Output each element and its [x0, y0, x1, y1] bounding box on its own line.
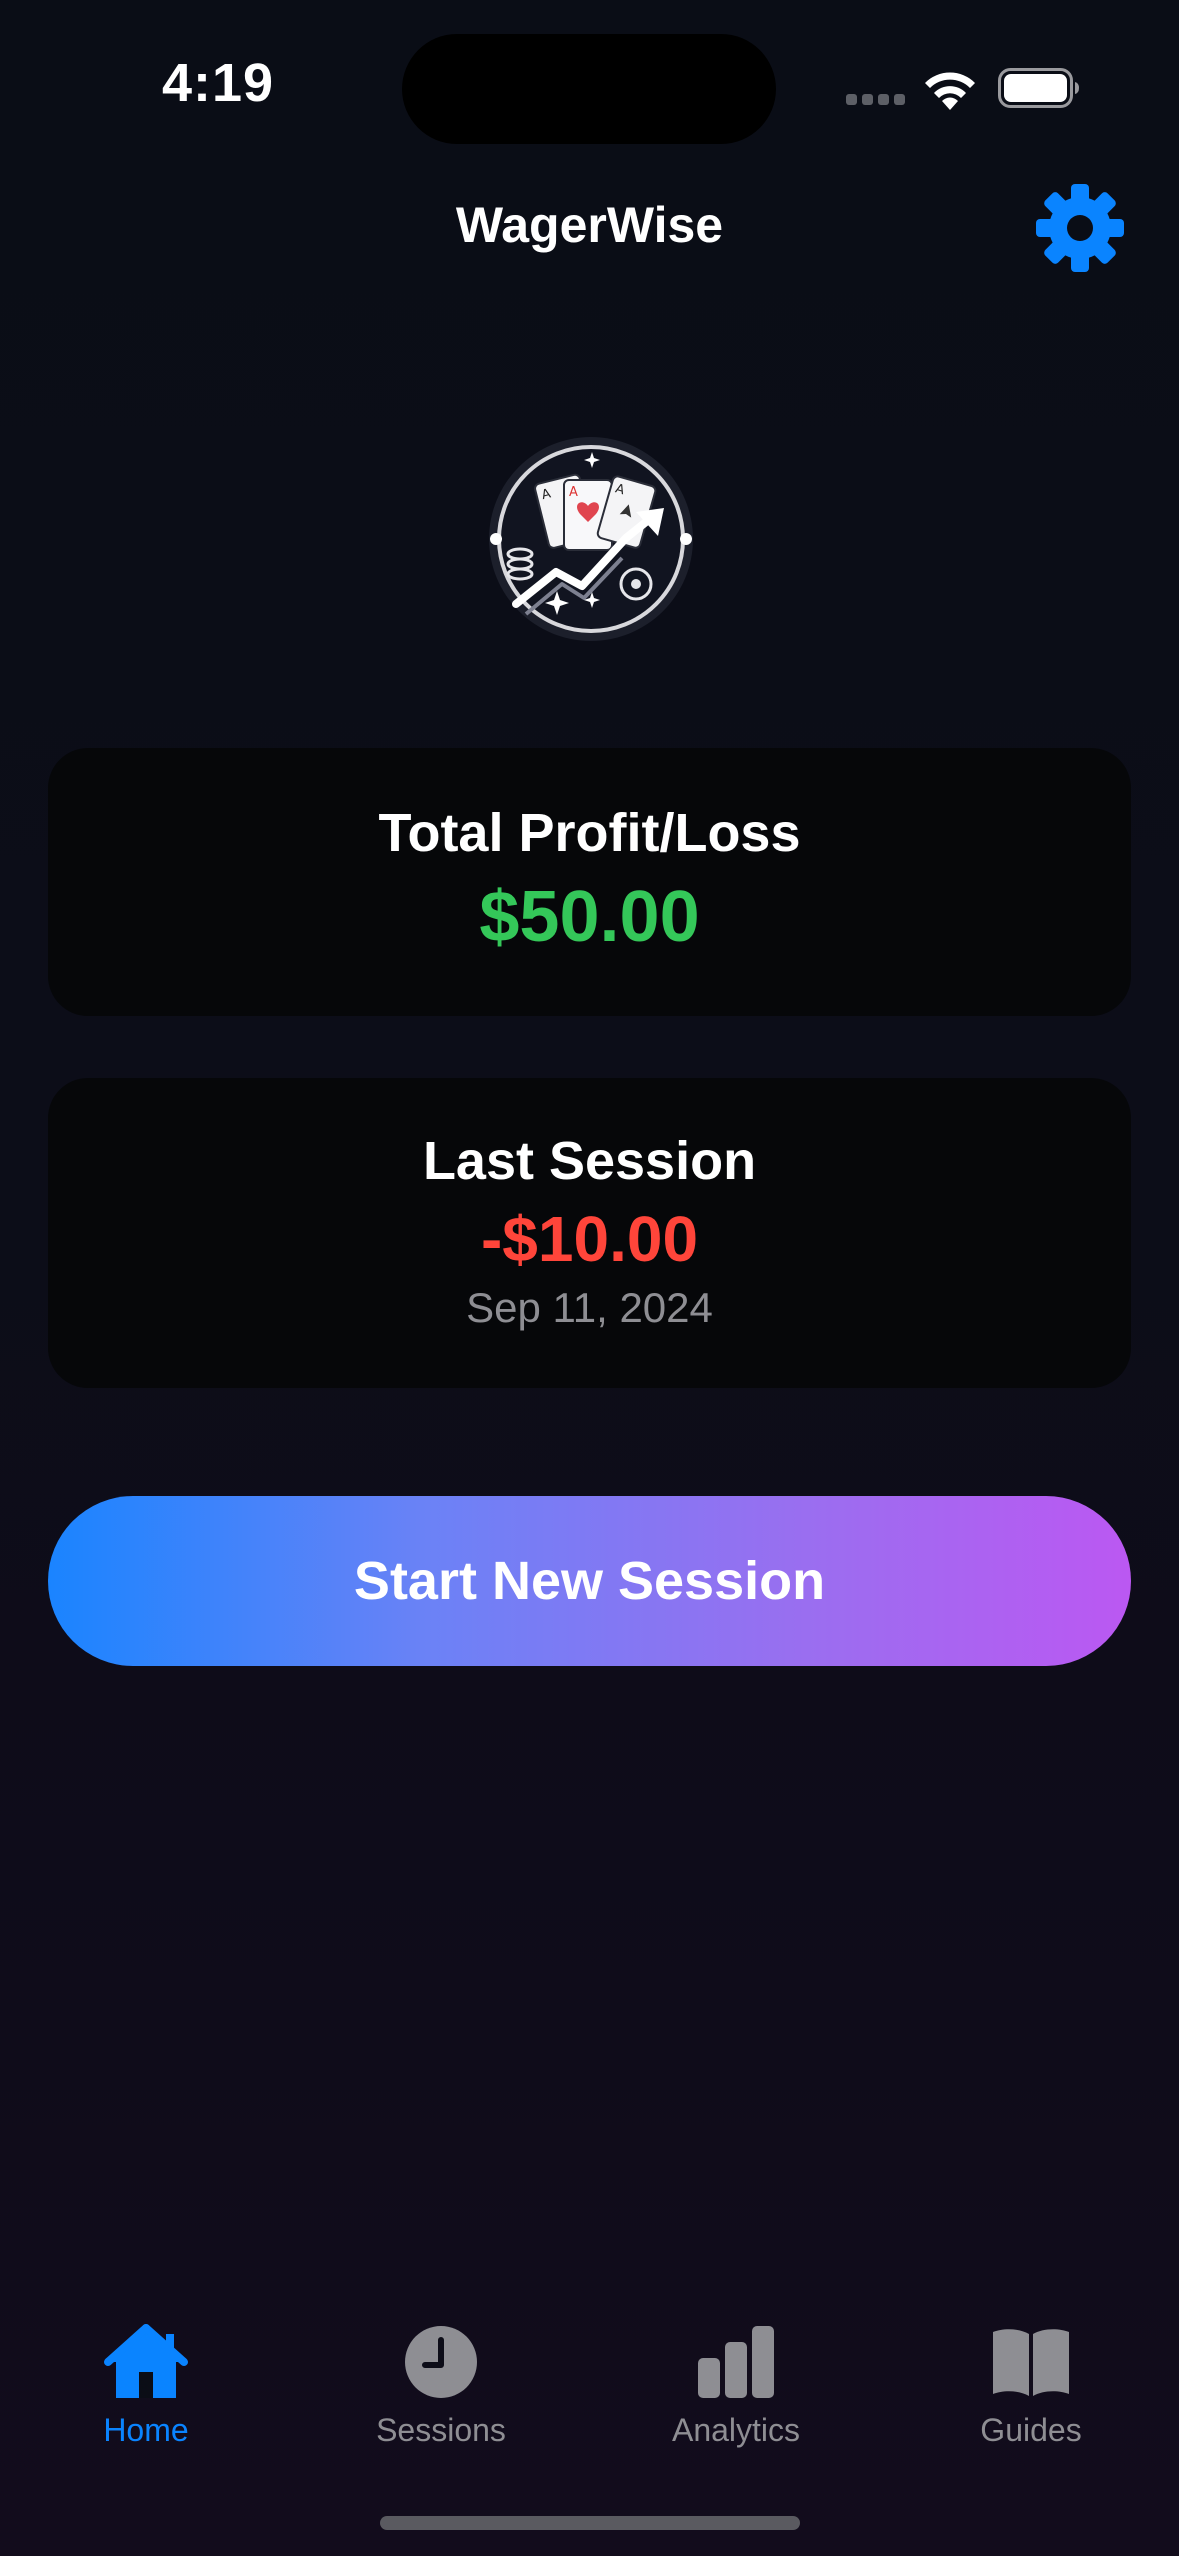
book-icon: [993, 2329, 1069, 2396]
app-logo: A A A: [489, 437, 693, 641]
tab-analytics-label: Analytics: [671, 2412, 801, 2448]
tab-bar: Home Sessions Analytics Guides: [0, 2300, 1179, 2500]
battery-icon: [998, 68, 1079, 108]
last-session-date: Sep 11, 2024: [466, 1284, 713, 1331]
tab-guides-label: Guides: [980, 2412, 1082, 2448]
tab-sessions[interactable]: Sessions: [341, 2320, 541, 2470]
home-indicator[interactable]: [380, 2516, 800, 2530]
cellular-signal-icon: [846, 94, 906, 106]
last-session-title: Last Session: [422, 1131, 757, 1191]
gear-icon: [1036, 184, 1124, 272]
tab-analytics[interactable]: Analytics: [636, 2320, 836, 2470]
total-profit-value: $50.00: [479, 877, 700, 957]
wifi-icon: [925, 72, 975, 110]
app-title: WagerWise: [455, 197, 724, 253]
last-session-value: -$10.00: [480, 1203, 699, 1275]
dynamic-island: [402, 34, 776, 144]
tab-home-label: Home: [103, 2412, 189, 2448]
tab-home[interactable]: Home: [46, 2320, 246, 2470]
svg-text:A: A: [569, 485, 578, 500]
last-session-card[interactable]: Last Session -$10.00 Sep 11, 2024: [48, 1078, 1131, 1388]
total-profit-title: Total Profit/Loss: [378, 803, 801, 863]
tab-guides[interactable]: Guides: [931, 2320, 1131, 2470]
status-bar: 4:19: [0, 0, 1179, 170]
total-profit-card: Total Profit/Loss $50.00: [48, 748, 1131, 1016]
house-icon: [104, 2324, 188, 2398]
status-time: 4:19: [162, 53, 275, 113]
settings-button[interactable]: [1034, 182, 1126, 274]
start-new-session-button[interactable]: Start New Session: [48, 1496, 1131, 1666]
tab-sessions-label: Sessions: [376, 2412, 506, 2448]
bar-chart-icon: [698, 2326, 774, 2398]
clock-icon: [405, 2326, 477, 2398]
